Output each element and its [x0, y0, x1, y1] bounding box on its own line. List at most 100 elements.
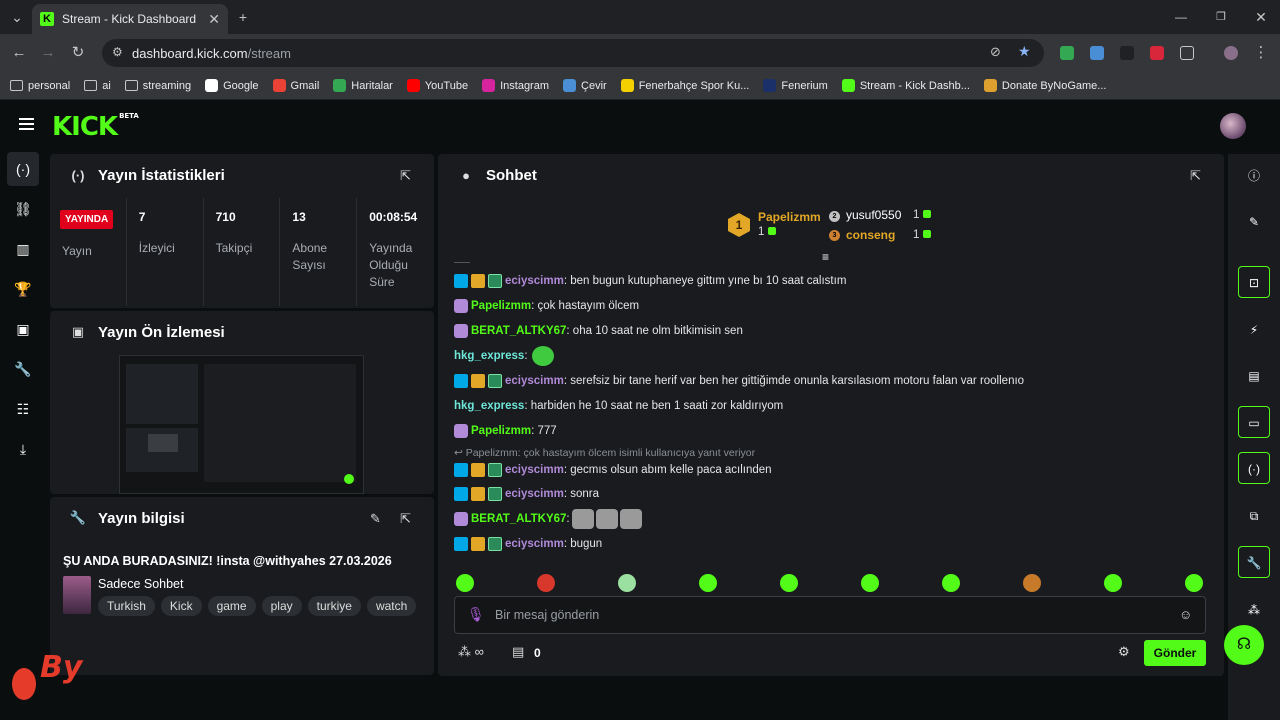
mute-site-icon[interactable]: ⊘	[990, 44, 1001, 60]
sub-badge-icon[interactable]	[454, 512, 468, 526]
edit-pencil-icon[interactable]: ✎	[370, 511, 381, 527]
gifter-name[interactable]: Papelizmm	[758, 210, 821, 224]
chat-username[interactable]: eciyscimm	[505, 464, 564, 476]
help-headset-icon[interactable]: ☊	[1224, 625, 1264, 665]
quick-emote-icon[interactable]	[699, 574, 717, 592]
bookmark-item[interactable]: Haritalar	[333, 79, 393, 92]
kicks-infinity-icon[interactable]: ⁂ ∞	[458, 644, 484, 660]
microphone-icon[interactable]: 🎙	[467, 606, 485, 623]
popout-icon[interactable]: ⇱	[400, 511, 411, 527]
videos-icon[interactable]: ▣	[7, 312, 39, 346]
bookmark-item[interactable]: Fenerbahçe Spor Ku...	[620, 79, 749, 92]
send-button[interactable]: Gönder	[1144, 640, 1206, 666]
bookmark-item[interactable]: streaming	[124, 80, 191, 92]
trophy-icon[interactable]: 🏆	[7, 272, 39, 306]
chat-username[interactable]: hkg_express	[454, 350, 524, 362]
forward-icon[interactable]: →	[37, 42, 59, 64]
emote-icon[interactable]	[531, 346, 554, 366]
document-icon[interactable]: ▤	[1238, 360, 1270, 392]
user-avatar[interactable]	[1220, 113, 1246, 139]
popout-icon[interactable]: ⇱	[1190, 168, 1201, 184]
tab-list-icon[interactable]: ⌄	[6, 6, 28, 28]
bookmark-item[interactable]: YouTube	[406, 79, 468, 92]
link-icon[interactable]: ⛓	[7, 192, 39, 226]
community-icon[interactable]: ☷	[7, 392, 39, 426]
lightning-icon[interactable]: ⚡	[1238, 314, 1270, 346]
chat-username[interactable]: eciyscimm	[505, 275, 564, 287]
tag-chip[interactable]: game	[207, 596, 256, 616]
url-omnibox[interactable]: ⚙ dashboard.kick.com/stream ⊘ ★	[102, 39, 1044, 67]
quick-emote-icon[interactable]	[537, 574, 555, 592]
chat-input-box[interactable]: 🎙 ☺	[454, 596, 1206, 634]
reload-icon[interactable]: ↻	[67, 42, 89, 64]
stream-preview-video[interactable]	[119, 355, 364, 494]
chat-icon[interactable]: ▭	[1238, 406, 1270, 438]
kick-logo[interactable]: KICK BETA	[52, 112, 139, 142]
vip-badge-icon[interactable]	[471, 463, 485, 477]
tools-wrench-icon[interactable]: 🔧	[1238, 546, 1270, 578]
tag-chip[interactable]: watch	[366, 596, 417, 616]
chat-settings-gear-icon[interactable]: ⚙	[1118, 644, 1130, 660]
close-tab-icon[interactable]: ✕	[208, 11, 220, 28]
quick-emote-icon[interactable]	[456, 574, 474, 592]
chat-message[interactable]: BERAT_ALTKY67: oha 10 saat ne olm bitkim…	[454, 322, 743, 340]
minimize-icon[interactable]: —	[1170, 6, 1192, 28]
bookmark-item[interactable]: Fenerium	[763, 79, 828, 92]
mod-badge-icon[interactable]	[454, 274, 468, 288]
stream-icon[interactable]: (·)	[7, 152, 39, 186]
vip-badge-icon[interactable]	[471, 274, 485, 288]
extension-shield-icon[interactable]	[1060, 46, 1074, 60]
quick-emote-icon[interactable]	[1104, 574, 1122, 592]
sub-badge-icon[interactable]	[454, 424, 468, 438]
chat-message[interactable]: Papelizmm: çok hastayım ölcem	[454, 297, 639, 315]
popout-icon[interactable]: ⇱	[400, 168, 411, 184]
cat-emote-icon[interactable]	[619, 509, 642, 529]
chat-message[interactable]: eciyscimm: serefsiz bir tane herif var b…	[454, 372, 1024, 390]
edit-pencil-icon[interactable]: ✎	[1238, 206, 1270, 238]
quick-emote-icon[interactable]	[618, 574, 636, 592]
camera-switch-icon[interactable]: ⧉	[1238, 500, 1270, 532]
back-icon[interactable]: ←	[8, 42, 30, 64]
site-info-icon[interactable]: ⚙	[112, 45, 123, 59]
browser-menu-icon[interactable]: ⋮	[1250, 42, 1272, 64]
bookmark-item[interactable]: Donate ByNoGame...	[983, 79, 1106, 92]
og-badge-icon[interactable]	[488, 487, 502, 501]
chat-message[interactable]: BERAT_ALTKY67:	[454, 509, 642, 529]
cat-emote-icon[interactable]	[595, 509, 618, 529]
browser-tab[interactable]: K Stream - Kick Dashboard ✕	[32, 4, 228, 34]
emoji-picker-icon[interactable]: ☺	[1179, 607, 1192, 622]
chat-message[interactable]: eciyscimm: gecmıs olsun abım kelle paca …	[454, 461, 772, 479]
tag-chip[interactable]: Turkish	[98, 596, 155, 616]
chat-username[interactable]: eciyscimm	[505, 375, 564, 387]
collapse-gifters-icon[interactable]: ≡	[822, 250, 829, 264]
profile-avatar-icon[interactable]	[1224, 46, 1238, 60]
mod-badge-icon[interactable]	[454, 487, 468, 501]
vip-badge-icon[interactable]	[471, 537, 485, 551]
og-badge-icon[interactable]	[488, 463, 502, 477]
new-tab-icon[interactable]: +	[232, 6, 254, 28]
quick-emote-icon[interactable]	[861, 574, 879, 592]
chat-message-input[interactable]	[495, 597, 1175, 633]
reply-context[interactable]: ↩ Papelizmm: çok hastayım ölcem isimli k…	[454, 447, 755, 459]
kicks-icon[interactable]: ⁂	[1238, 594, 1270, 626]
chat-username[interactable]: eciyscimm	[505, 488, 564, 500]
sub-badge-icon[interactable]	[454, 299, 468, 313]
og-badge-icon[interactable]	[488, 374, 502, 388]
info-icon[interactable]: ⓘ	[1238, 160, 1270, 192]
chat-username[interactable]: BERAT_ALTKY67	[471, 325, 566, 337]
broadcast-icon[interactable]: (·)	[1238, 452, 1270, 484]
chat-username[interactable]: Papelizmm	[471, 425, 531, 437]
screenshot-scan-icon[interactable]: ⊡	[1238, 266, 1270, 298]
maximize-icon[interactable]: ❐	[1210, 6, 1232, 28]
tag-chip[interactable]: play	[261, 596, 302, 616]
vip-badge-icon[interactable]	[471, 487, 485, 501]
extension-red-icon[interactable]	[1150, 46, 1164, 60]
mod-badge-icon[interactable]	[454, 374, 468, 388]
store-icon[interactable]: ▤	[512, 644, 524, 660]
bookmark-item[interactable]: personal	[10, 80, 70, 92]
gifter-name[interactable]: conseng	[846, 228, 895, 242]
download-icon[interactable]: ⤓	[7, 432, 39, 466]
extension-translate-icon[interactable]	[1090, 46, 1104, 60]
extensions-puzzle-icon[interactable]	[1180, 46, 1194, 60]
quick-emote-icon[interactable]	[1185, 574, 1203, 592]
